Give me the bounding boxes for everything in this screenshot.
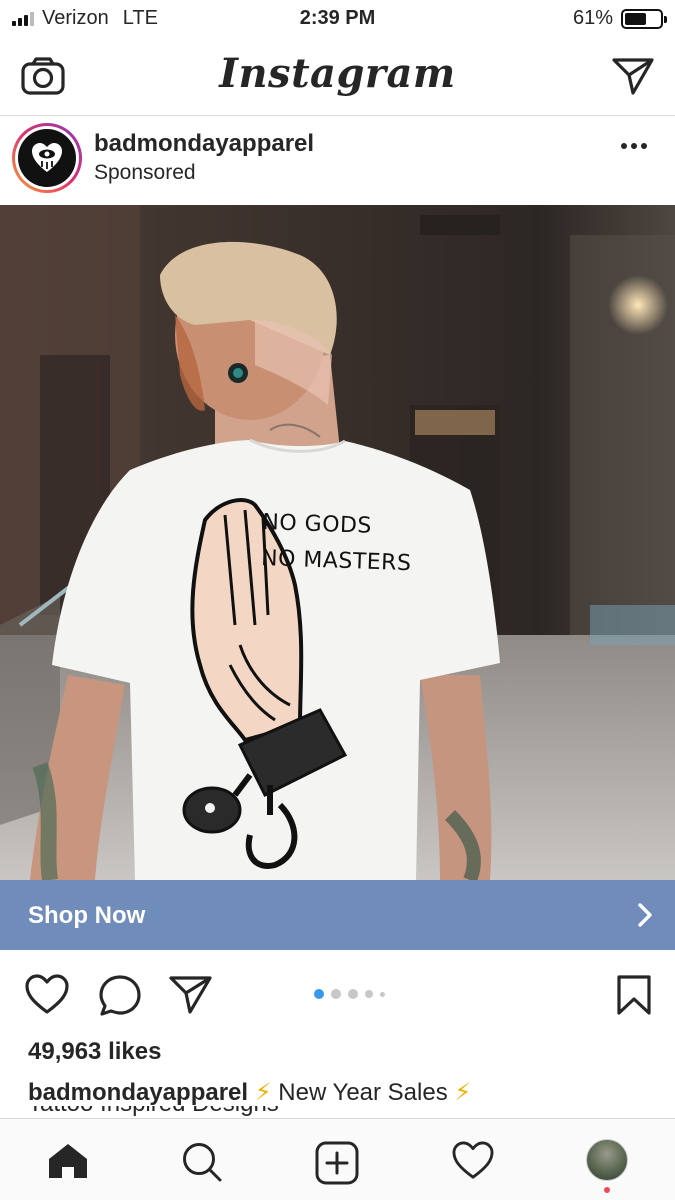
share-icon[interactable] (168, 974, 214, 1021)
likes-count[interactable]: 49,963 likes (28, 1038, 161, 1066)
carousel-dot (331, 989, 341, 999)
battery-percent: 61% (572, 7, 613, 29)
shirt-slogan-line2: NO MASTERS (260, 545, 412, 577)
activity-heart-icon[interactable] (451, 1141, 495, 1186)
carousel-dot (380, 991, 385, 997)
home-icon[interactable] (46, 1141, 90, 1186)
battery-icon (621, 8, 667, 29)
shirt-slogan: NO GODS NO MASTERS (260, 505, 413, 582)
brand-avatar (18, 129, 76, 187)
tab-bar (0, 1118, 675, 1200)
post-username[interactable]: badmondayapparel (94, 130, 314, 158)
eye-heart-logo-icon (32, 143, 62, 172)
status-bar: Verizon LTE 2:39 PM 61% (0, 0, 675, 38)
shop-now-button[interactable]: Shop Now (0, 880, 675, 950)
profile-tab[interactable] (586, 1139, 628, 1193)
notification-dot (604, 1187, 610, 1193)
carousel-indicator (314, 989, 385, 999)
profile-avatar (586, 1139, 628, 1181)
app-title: Instagram (219, 50, 456, 97)
post-caption: badmondayapparel ⚡ New Year Sales ⚡ (28, 1078, 471, 1107)
bookmark-icon[interactable] (616, 974, 652, 1021)
sponsored-label: Sponsored (94, 161, 196, 184)
caption-next-line-text: Tattoo Inspired Designs (28, 1106, 279, 1118)
search-icon[interactable] (180, 1141, 224, 1188)
shop-now-label: Shop Now (28, 902, 146, 929)
comment-icon[interactable] (98, 974, 142, 1023)
carousel-dot (348, 989, 358, 999)
battery-level (625, 12, 646, 25)
caption-text: New Year Sales (278, 1079, 448, 1106)
post-actions (0, 960, 675, 1030)
nav-header: Instagram (0, 38, 675, 116)
carousel-dot (314, 989, 324, 999)
more-options-icon[interactable] (621, 143, 647, 149)
like-heart-icon[interactable] (24, 974, 70, 1021)
lightning-emoji: ⚡ (254, 1079, 272, 1106)
caption-username[interactable]: badmondayapparel (28, 1079, 248, 1106)
carousel-dot (365, 990, 373, 998)
direct-message-icon[interactable] (611, 56, 655, 101)
post-header: badmondayapparel Sponsored (0, 117, 675, 205)
lightning-emoji: ⚡ (454, 1079, 472, 1106)
status-right: 61% (572, 7, 667, 30)
story-ring[interactable] (12, 123, 82, 193)
add-post-icon[interactable] (315, 1141, 359, 1190)
caption-next-line: Tattoo Inspired Designs (28, 1106, 279, 1118)
chevron-right-icon (637, 902, 653, 933)
post-image[interactable]: NO GODS NO MASTERS (0, 205, 675, 880)
shirt-slogan-line1: NO GODS (261, 509, 373, 539)
